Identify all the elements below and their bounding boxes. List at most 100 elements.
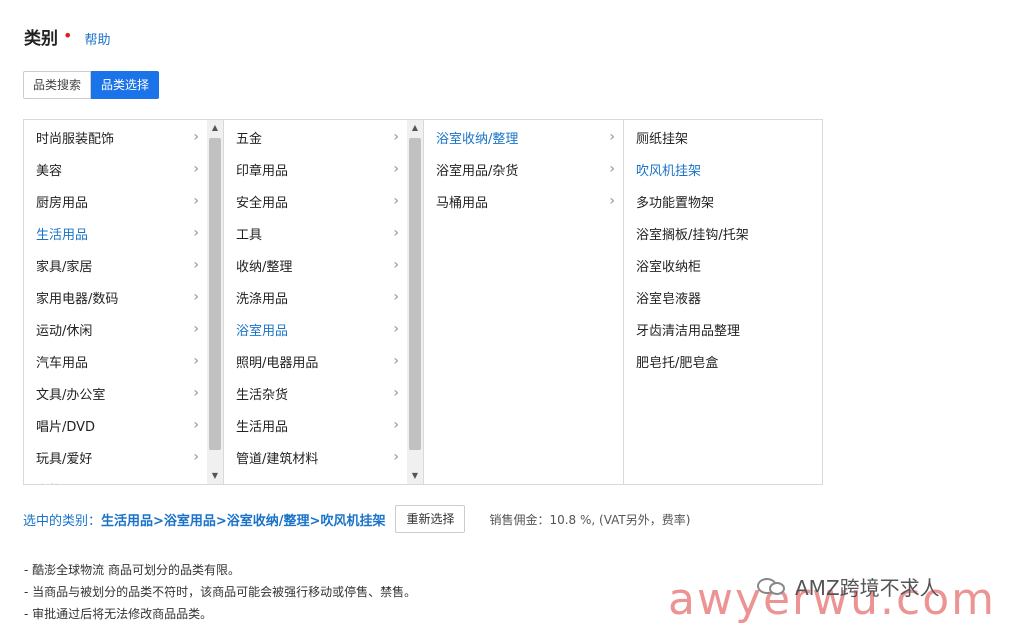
scroll-up-arrow-icon[interactable]: ▲ [407, 120, 423, 136]
category-item-label: 厨房用品 [36, 195, 89, 211]
reselect-button[interactable]: 重新选择 [395, 505, 466, 533]
chevron-right-icon: › [393, 257, 399, 273]
category-item-label: 收纳/整理 [236, 259, 293, 275]
chevron-right-icon: › [393, 417, 399, 433]
category-list-level1: 时尚服装配饰 › 美容 › 厨房用品 › 生活用品 › 家具/家居 › 家用电器/数码 › 运动/休闲 ›… [24, 121, 207, 484]
category-item-label: 家具/家居 [36, 259, 93, 275]
chevron-right-icon: › [193, 129, 199, 145]
chevron-right-icon: › [393, 129, 399, 145]
category-item[interactable]: 吹风机挂架 [624, 153, 822, 185]
category-item-label: 牙齿清洁用品整理 [636, 323, 741, 339]
scrollbar-thumb[interactable] [209, 138, 221, 450]
category-item[interactable]: 唱片/DVD › [24, 409, 207, 441]
category-item[interactable]: 管道/建筑材料 › [224, 441, 407, 473]
category-item[interactable]: 浴室收纳柜 [624, 249, 822, 281]
category-item[interactable]: 玩具/爱好 › [24, 441, 207, 473]
category-item-label: 印章用品 [236, 163, 289, 179]
tab-category-search[interactable]: 品类搜索 [23, 71, 92, 99]
scroll-down-arrow-icon[interactable]: ▼ [207, 468, 223, 484]
note-item: - 审批通过后将无法修改商品品类。 [24, 607, 213, 621]
scroll-up-arrow-icon[interactable]: ▲ [207, 120, 223, 136]
category-item[interactable]: 生活用品 › [224, 409, 407, 441]
category-item-label: 工具 [236, 227, 263, 243]
category-item[interactable]: 时尚服装配饰 › [24, 121, 207, 153]
scroll-down-arrow-icon[interactable]: ▼ [407, 468, 423, 484]
category-item-label: 马桶用品 [436, 195, 489, 211]
scrollbar-thumb[interactable] [409, 138, 421, 450]
chevron-right-icon: › [393, 353, 399, 369]
category-item-label: 浴室皂液器 [636, 291, 702, 307]
category-item-label: 生活杂货 [236, 387, 289, 403]
help-link[interactable]: 帮助 [84, 29, 110, 48]
category-item[interactable]: 收纳/整理 › [224, 249, 407, 281]
category-item[interactable]: 生活用品 › [24, 217, 207, 249]
category-item-label: 照明/电器用品 [236, 355, 319, 371]
category-item-label: 浴室用品 [236, 323, 289, 339]
chevron-right-icon: › [193, 449, 199, 465]
notes-list: - 酷澎全球物流 商品可划分的品类有限。 - 当商品与被划分的品类不符时，该商品… [24, 559, 416, 625]
required-mark: • [63, 26, 73, 45]
chevron-right-icon: › [193, 289, 199, 305]
category-column-level3: 浴室收纳/整理 › 浴室用品/杂货 › 马桶用品 › [424, 120, 624, 484]
category-item[interactable]: 宠物用品 › [24, 473, 207, 484]
category-item-label: 肥皂托/肥皂盒 [636, 355, 719, 371]
category-item[interactable]: 运动/休闲 › [24, 313, 207, 345]
category-picker: 时尚服装配饰 › 美容 › 厨房用品 › 生活用品 › 家具/家居 › 家用电器/数码 › 运动/休闲 ›… [23, 119, 823, 485]
category-item-label: 文具/办公室 [36, 387, 106, 403]
note-item: - 酷澎全球物流 商品可划分的品类有限。 [24, 563, 240, 577]
chevron-right-icon: › [193, 193, 199, 209]
category-item-label: 吹风机挂架 [636, 163, 702, 179]
note-item: - 当商品与被划分的品类不符时，该商品可能会被强行移动或停售、禁售。 [24, 585, 417, 599]
category-item[interactable]: 浴室搁板/挂钩/托架 [624, 217, 822, 249]
commission-text: 销售佣金：10.8 %, (VAT另外，费率) [489, 512, 691, 527]
category-item[interactable]: 楼梯用品 › [224, 473, 407, 484]
category-item-label: 玩具/爱好 [36, 451, 93, 467]
category-item[interactable]: 浴室用品/杂货 › [424, 153, 623, 185]
category-list-level3: 浴室收纳/整理 › 浴室用品/杂货 › 马桶用品 › [424, 121, 623, 217]
category-item-label: 浴室收纳/整理 [436, 131, 519, 147]
selected-category-path: 生活用品>浴室用品>浴室收纳/整理>吹风机挂架 [101, 513, 386, 529]
category-item[interactable]: 家用电器/数码 › [24, 281, 207, 313]
category-column-level2: 五金 › 印章用品 › 安全用品 › 工具 › 收纳/整理 › 洗涤用品 › 浴室用品 › 照明/电器用品 ›… [224, 120, 424, 484]
category-item[interactable]: 牙齿清洁用品整理 [624, 313, 822, 345]
chevron-right-icon: › [193, 353, 199, 369]
category-item-label: 厕纸挂架 [636, 131, 689, 147]
category-item[interactable]: 厨房用品 › [24, 185, 207, 217]
category-item[interactable]: 安全用品 › [224, 185, 407, 217]
category-item[interactable]: 汽车用品 › [24, 345, 207, 377]
category-item[interactable]: 工具 › [224, 217, 407, 249]
tab-category-select[interactable]: 品类选择 [91, 71, 160, 99]
category-item[interactable]: 家具/家居 › [24, 249, 207, 281]
chevron-right-icon: › [193, 417, 199, 433]
chevron-right-icon: › [393, 481, 399, 484]
category-item[interactable]: 五金 › [224, 121, 407, 153]
category-item[interactable]: 浴室收纳/整理 › [424, 121, 623, 153]
chevron-right-icon: › [609, 129, 615, 145]
category-item[interactable]: 生活杂货 › [224, 377, 407, 409]
category-item[interactable]: 印章用品 › [224, 153, 407, 185]
category-item-label: 汽车用品 [36, 355, 89, 371]
watermark-text: AMZ跨境不求人 [795, 576, 940, 600]
chevron-right-icon: › [193, 385, 199, 401]
chevron-right-icon: › [393, 225, 399, 241]
category-header: 类别 • 帮助 [24, 24, 110, 49]
category-item[interactable]: 肥皂托/肥皂盒 [624, 345, 822, 377]
category-item[interactable]: 洗涤用品 › [224, 281, 407, 313]
category-column-level1: 时尚服装配饰 › 美容 › 厨房用品 › 生活用品 › 家具/家居 › 家用电器/数码 › 运动/休闲 ›… [24, 120, 224, 484]
scrollbar-level1[interactable]: ▲ ▼ [207, 120, 223, 484]
category-item[interactable]: 浴室皂液器 [624, 281, 822, 313]
chevron-right-icon: › [609, 161, 615, 177]
category-item-label: 生活用品 [236, 419, 289, 435]
category-list-level2: 五金 › 印章用品 › 安全用品 › 工具 › 收纳/整理 › 洗涤用品 › 浴室用品 › 照明/电器用品 ›… [224, 121, 407, 484]
category-item[interactable]: 文具/办公室 › [24, 377, 207, 409]
category-item-label: 楼梯用品 [236, 480, 288, 485]
category-item[interactable]: 多功能置物架 [624, 185, 822, 217]
category-item[interactable]: 浴室用品 › [224, 313, 407, 345]
chevron-right-icon: › [393, 321, 399, 337]
category-item[interactable]: 美容 › [24, 153, 207, 185]
category-item[interactable]: 马桶用品 › [424, 185, 623, 217]
category-item[interactable]: 厕纸挂架 [624, 121, 822, 153]
scrollbar-level2[interactable]: ▲ ▼ [407, 120, 423, 484]
category-item[interactable]: 照明/电器用品 › [224, 345, 407, 377]
chevron-right-icon: › [193, 257, 199, 273]
